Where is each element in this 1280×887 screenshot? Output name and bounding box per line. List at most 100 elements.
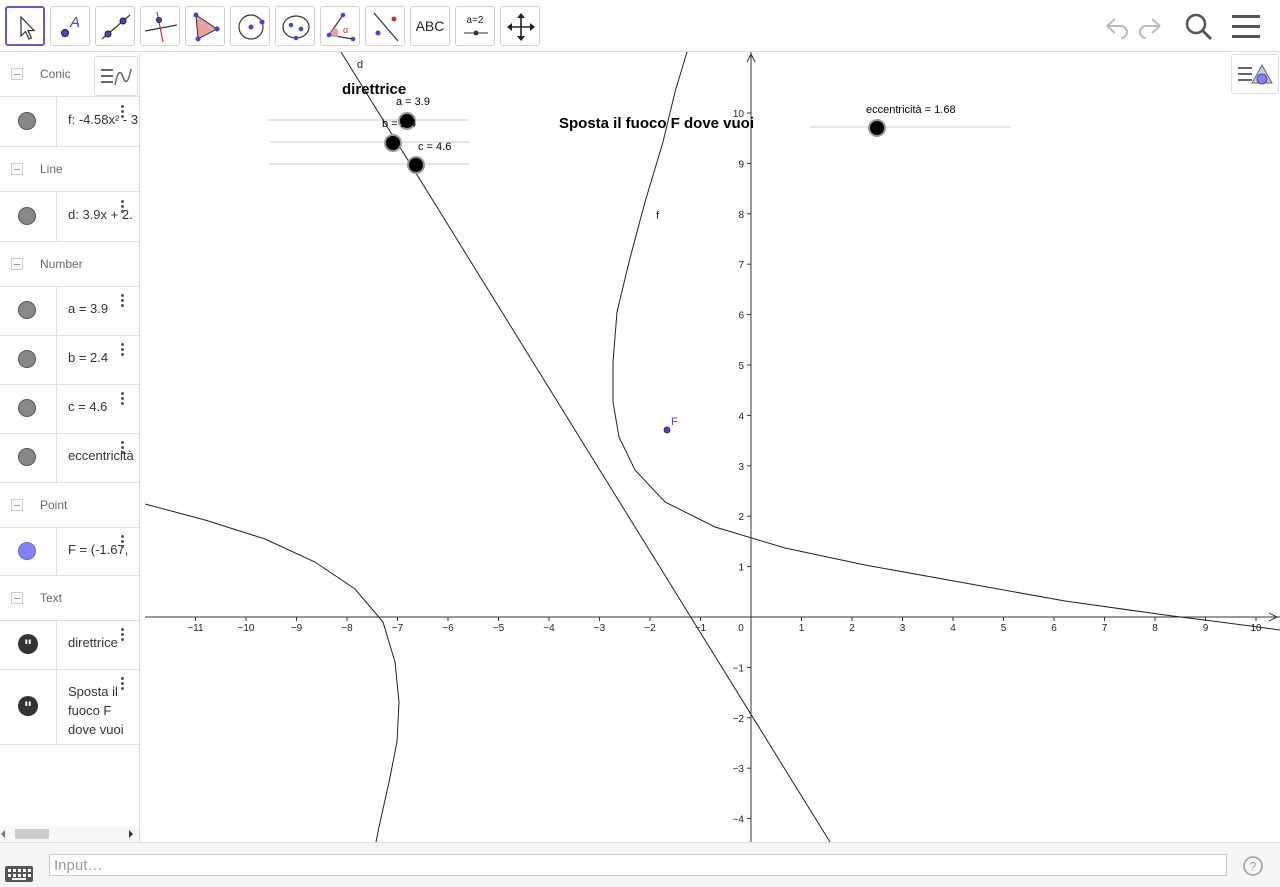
graphics-style-button[interactable] — [1231, 54, 1279, 94]
hyperbola-branch-right[interactable] — [612, 52, 1280, 631]
graphics-canvas[interactable]: −11 −10 −9 −8 −7 −6 −5 −4 −3 −2 −1 0 1 2 3 4 5 6 7 8 9 10 109… — [145, 52, 1280, 842]
collapse-icon[interactable] — [11, 499, 23, 511]
point-tool[interactable]: A — [50, 6, 90, 46]
category-line[interactable]: Line — [0, 147, 139, 192]
algebra-item-text1[interactable]: " direttrice — [0, 621, 139, 670]
collapse-icon[interactable] — [11, 592, 23, 604]
y-tick-label: 7 — [738, 260, 744, 271]
visibility-toggle[interactable] — [18, 448, 36, 466]
line-tool[interactable] — [95, 6, 135, 46]
redo-icon[interactable] — [1134, 8, 1170, 44]
y-tick-label: 8 — [738, 210, 744, 221]
graphics-view[interactable]: −11 −10 −9 −8 −7 −6 −5 −4 −3 −2 −1 0 1 2 3 4 5 6 7 8 9 10 10 9… — [145, 52, 1280, 842]
move-tool[interactable] — [5, 6, 45, 46]
x-tick-label: −8 — [341, 623, 353, 634]
x-tick-label: −5 — [493, 623, 505, 634]
category-label: Line — [40, 162, 63, 176]
visibility-toggle[interactable] — [18, 542, 36, 560]
algebra-item-c[interactable]: c = 4.6 — [0, 385, 139, 434]
collapse-icon[interactable] — [11, 163, 23, 175]
perpendicular-tool[interactable] — [140, 6, 180, 46]
more-menu-icon[interactable] — [121, 343, 125, 358]
item-definition-line: dove vuoi — [68, 722, 124, 737]
x-tick-label: 7 — [1102, 623, 1108, 634]
input-bar: ? — [0, 842, 1280, 887]
angle-icon: α — [326, 12, 356, 42]
y-tick-label: −3 — [733, 764, 745, 775]
collapse-icon[interactable] — [11, 68, 23, 80]
move-view-tool[interactable] — [500, 6, 540, 46]
slider-eccentricity-handle[interactable] — [868, 119, 886, 137]
algebra-item-b[interactable]: b = 2.4 — [0, 336, 139, 385]
slider-c-handle[interactable] — [407, 156, 425, 174]
quote-icon[interactable]: " — [18, 634, 38, 655]
circle-tool[interactable] — [230, 6, 270, 46]
reflect-icon — [373, 12, 399, 42]
more-menu-icon[interactable] — [121, 677, 125, 692]
algebra-style-button[interactable] — [94, 56, 138, 96]
x-tick-label: 6 — [1051, 623, 1057, 634]
category-number[interactable]: Number — [0, 242, 139, 287]
scrollbar-icons — [1, 829, 133, 839]
x-tick-label: 8 — [1152, 623, 1158, 634]
hyperbola-branch-left[interactable] — [145, 503, 400, 842]
text-tool[interactable]: ABC — [410, 6, 450, 46]
undo-icon[interactable] — [1097, 8, 1133, 44]
quote-icon[interactable]: " — [18, 696, 38, 717]
y-tick-label: 9 — [738, 159, 744, 170]
axes: −11 −10 −9 −8 −7 −6 −5 −4 −3 −2 −1 0 1 2 3 4 5 6 7 8 9 10 109… — [145, 52, 1280, 842]
slider-tool[interactable]: a=2 — [455, 6, 495, 46]
search-icon[interactable] — [1180, 8, 1216, 44]
reflect-tool[interactable] — [365, 6, 405, 46]
visibility-toggle[interactable] — [18, 399, 36, 417]
conic-tool[interactable] — [275, 6, 315, 46]
svg-text:α: α — [343, 25, 348, 35]
visibility-toggle[interactable] — [18, 207, 36, 225]
algebra-item-F[interactable]: F = (-1.67, — [0, 528, 139, 576]
x-tick-label: −6 — [442, 623, 454, 634]
slider-b-label: b = 2.4 — [382, 118, 416, 130]
menu-icon[interactable] — [1228, 8, 1264, 44]
slider-c[interactable] — [269, 156, 469, 174]
algebra-style-icon — [101, 68, 132, 86]
slider-b-handle[interactable] — [384, 134, 402, 152]
slider-eccentricity[interactable] — [810, 119, 1010, 137]
more-menu-icon[interactable] — [121, 441, 125, 456]
category-point[interactable]: Point — [0, 483, 139, 528]
algebra-item-eccentricity[interactable]: eccentricità — [0, 434, 139, 483]
angle-tool[interactable]: α — [320, 6, 360, 46]
horizontal-scrollbar[interactable] — [0, 826, 139, 842]
algebra-item-d[interactable]: d: 3.9x + 2. — [0, 192, 139, 242]
item-definition: c = 4.6 — [68, 399, 108, 414]
visibility-toggle[interactable] — [18, 301, 36, 319]
category-label: Text — [40, 591, 63, 605]
algebra-input[interactable] — [49, 854, 1227, 876]
more-menu-icon[interactable] — [121, 628, 125, 643]
more-menu-icon[interactable] — [121, 200, 125, 215]
visibility-toggle[interactable] — [18, 350, 36, 368]
focus-point-F[interactable] — [663, 426, 671, 434]
point-label-F: F — [671, 416, 678, 428]
algebra-item-text2[interactable]: " Sposta il fuoco F dove vuoi — [0, 670, 139, 745]
ellipse-icon — [282, 15, 310, 41]
algebra-item-a[interactable]: a = 3.9 — [0, 287, 139, 336]
keyboard-icon[interactable] — [4, 865, 34, 885]
arrow-cursor-icon — [20, 15, 36, 40]
more-menu-icon[interactable] — [121, 105, 125, 120]
x-tick-label: 4 — [950, 623, 956, 634]
item-definition: a = 3.9 — [68, 301, 109, 316]
x-tick-label: 1 — [799, 623, 805, 634]
collapse-icon[interactable] — [11, 258, 23, 270]
more-menu-icon[interactable] — [121, 535, 125, 550]
more-menu-icon[interactable] — [121, 294, 125, 309]
algebra-item-f[interactable]: f: -4.58x² - 3 — [0, 97, 139, 147]
y-tick-label: 5 — [738, 361, 744, 372]
text-sposta-fuoco[interactable]: Sposta il fuoco F dove vuoi — [559, 115, 754, 132]
help-icon[interactable]: ? — [1242, 855, 1264, 877]
slider-a[interactable] — [268, 112, 468, 130]
polygon-tool[interactable] — [185, 6, 225, 46]
more-menu-icon[interactable] — [121, 392, 125, 407]
visibility-toggle[interactable] — [18, 112, 36, 130]
move-arrows-icon — [507, 13, 535, 41]
category-text[interactable]: Text — [0, 576, 139, 621]
